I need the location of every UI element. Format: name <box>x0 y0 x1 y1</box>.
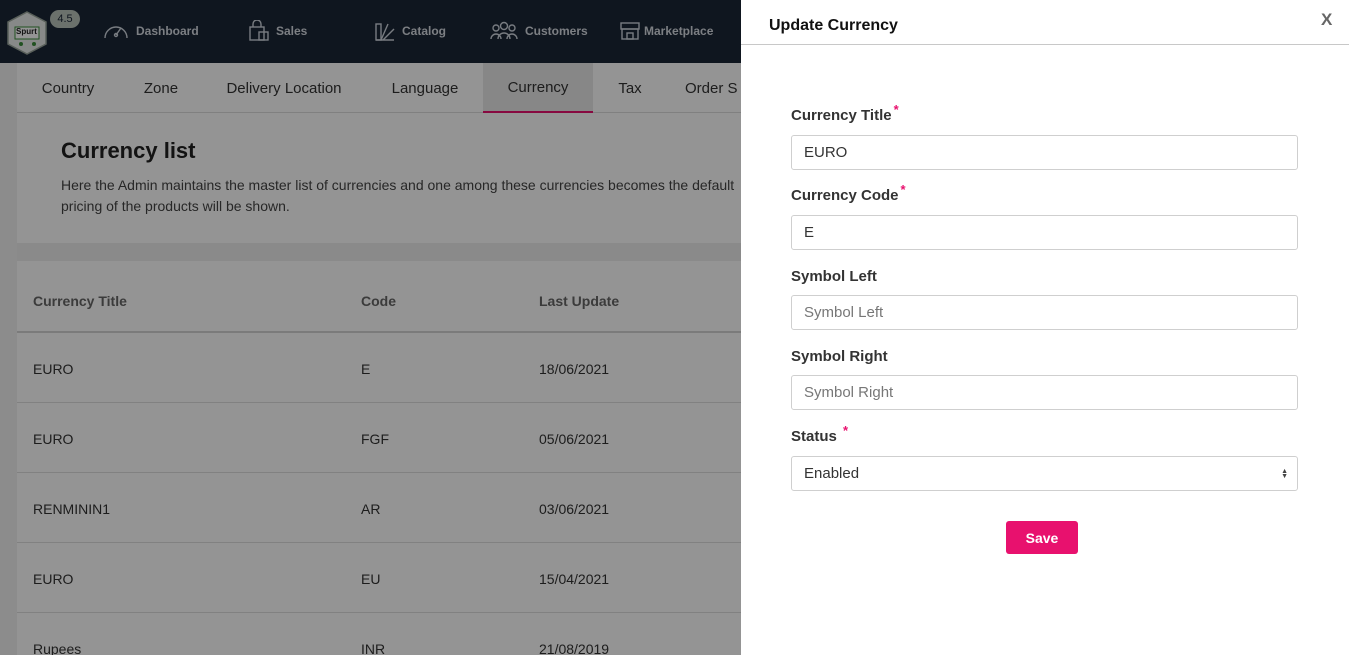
symbol-left-label: Symbol Left <box>791 268 877 285</box>
required-mark: * <box>893 102 899 117</box>
symbol-right-input[interactable] <box>791 375 1298 410</box>
status-selected-value: Enabled <box>804 465 860 482</box>
save-button[interactable]: Save <box>1006 521 1078 554</box>
panel-title: Update Currency <box>769 17 898 34</box>
currency-code-input[interactable] <box>791 215 1298 250</box>
symbol-left-input[interactable] <box>791 295 1298 330</box>
required-mark: * <box>843 423 849 438</box>
currency-code-label: Currency Code * <box>791 182 906 204</box>
select-arrows-icon: ▲ ▼ <box>1281 468 1288 480</box>
close-button[interactable]: X <box>1321 10 1332 30</box>
required-mark: * <box>900 182 906 197</box>
update-currency-panel: Update Currency X Currency Title* Curren… <box>741 0 1350 655</box>
currency-title-label: Currency Title * <box>791 102 899 124</box>
status-select[interactable]: Enabled ▲ ▼ <box>791 456 1298 491</box>
status-label: Status * <box>791 423 849 445</box>
currency-title-input[interactable] <box>791 135 1298 170</box>
panel-header: Update Currency X <box>741 0 1349 45</box>
symbol-right-label: Symbol Right <box>791 348 888 365</box>
